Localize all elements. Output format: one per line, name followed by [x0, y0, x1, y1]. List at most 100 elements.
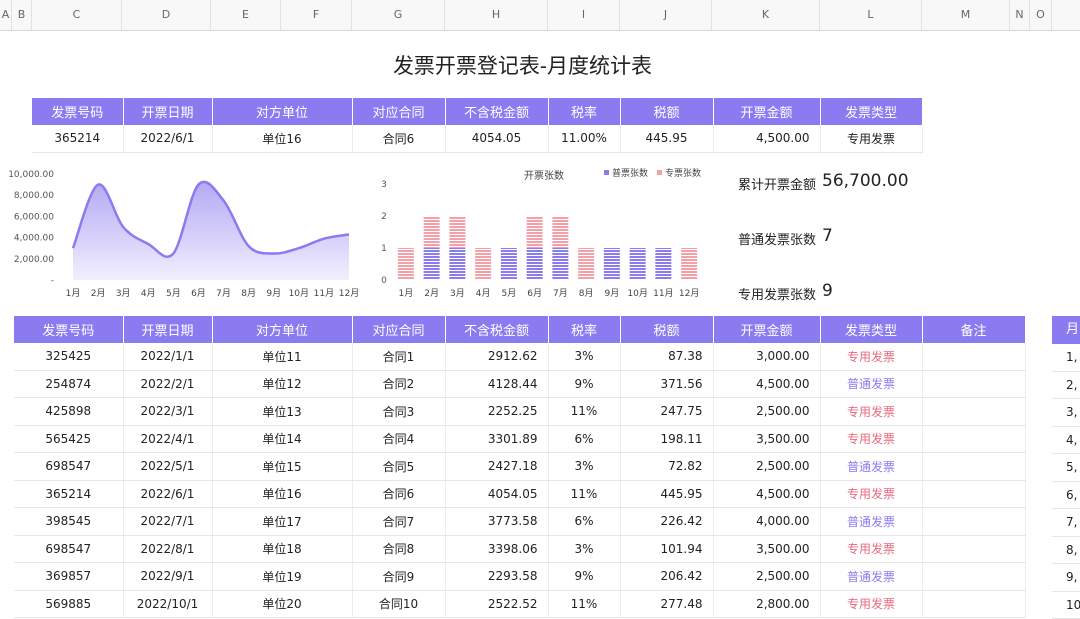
table-cell[interactable]: 3%	[548, 535, 620, 563]
table-cell[interactable]: 2022/6/1	[123, 480, 212, 508]
table-cell[interactable]: 11%	[548, 590, 620, 618]
table-cell[interactable]: 2,500.00	[713, 453, 820, 481]
lookup-header-cell[interactable]: 开票日期	[123, 98, 212, 125]
column-header-e[interactable]: E	[211, 0, 281, 30]
table-cell[interactable]: 合同7	[352, 508, 445, 536]
table-header-cell[interactable]: 备注	[922, 316, 1025, 343]
table-cell[interactable]: 698547	[14, 453, 123, 481]
column-header-m[interactable]: M	[922, 0, 1010, 30]
table-cell[interactable]: 单位20	[212, 590, 352, 618]
table-cell[interactable]: 565425	[14, 425, 123, 453]
table-cell[interactable]: 合同5	[352, 453, 445, 481]
table-cell[interactable]: 9%	[548, 563, 620, 591]
table-cell[interactable]: 2022/8/1	[123, 535, 212, 563]
lookup-header-cell[interactable]: 发票类型	[820, 98, 922, 125]
table-cell[interactable]: 4128.44	[445, 370, 548, 398]
next-table-cell[interactable]: 3,	[1052, 399, 1080, 427]
table-cell[interactable]: 247.75	[620, 398, 713, 426]
table-cell[interactable]: 11%	[548, 398, 620, 426]
lookup-cell[interactable]: 合同6	[352, 125, 445, 152]
lookup-header-cell[interactable]: 税额	[620, 98, 713, 125]
lookup-cell[interactable]: 2022/6/1	[123, 125, 212, 152]
table-cell[interactable]: 206.42	[620, 563, 713, 591]
lookup-header-cell[interactable]: 对应合同	[352, 98, 445, 125]
table-cell[interactable]: 3%	[548, 343, 620, 370]
table-cell[interactable]: 371.56	[620, 370, 713, 398]
table-cell[interactable]: 2022/10/1	[123, 590, 212, 618]
next-table-cell[interactable]: 6,	[1052, 482, 1080, 510]
next-table-cell[interactable]: 1,	[1052, 344, 1080, 372]
table-cell[interactable]: 2,500.00	[713, 398, 820, 426]
table-cell[interactable]: 单位14	[212, 425, 352, 453]
lookup-cell[interactable]: 445.95	[620, 125, 713, 152]
next-table-cell[interactable]: 2,	[1052, 372, 1080, 400]
table-cell[interactable]: 325425	[14, 343, 123, 370]
table-cell[interactable]: 单位12	[212, 370, 352, 398]
table-cell[interactable]: 2,800.00	[713, 590, 820, 618]
table-cell[interactable]: 3,500.00	[713, 535, 820, 563]
table-cell[interactable]: 2022/5/1	[123, 453, 212, 481]
table-cell[interactable]: 单位13	[212, 398, 352, 426]
column-header-c[interactable]: C	[32, 0, 122, 30]
table-cell[interactable]: 普通发票	[820, 563, 922, 591]
table-cell[interactable]: 9%	[548, 370, 620, 398]
table-cell[interactable]	[922, 398, 1025, 426]
table-cell[interactable]: 2022/1/1	[123, 343, 212, 370]
table-cell[interactable]: 277.48	[620, 590, 713, 618]
table-header-cell[interactable]: 对方单位	[212, 316, 352, 343]
table-cell[interactable]: 2252.25	[445, 398, 548, 426]
table-cell[interactable]	[922, 563, 1025, 591]
table-cell[interactable]: 合同9	[352, 563, 445, 591]
table-cell[interactable]: 2022/9/1	[123, 563, 212, 591]
column-header-n[interactable]: N	[1010, 0, 1030, 30]
table-header-cell[interactable]: 不含税金额	[445, 316, 548, 343]
lookup-header-cell[interactable]: 不含税金额	[445, 98, 548, 125]
table-cell[interactable]	[922, 508, 1025, 536]
table-cell[interactable]: 2022/7/1	[123, 508, 212, 536]
table-cell[interactable]: 3398.06	[445, 535, 548, 563]
next-table-header-cell[interactable]: 月	[1052, 316, 1080, 344]
table-cell[interactable]: 单位16	[212, 480, 352, 508]
next-table-cell[interactable]: 9,	[1052, 564, 1080, 592]
table-cell[interactable]	[922, 425, 1025, 453]
column-header-i[interactable]: I	[548, 0, 620, 30]
lookup-cell[interactable]: 11.00%	[548, 125, 620, 152]
lookup-header-cell[interactable]: 开票金额	[713, 98, 820, 125]
table-cell[interactable]: 普通发票	[820, 370, 922, 398]
table-cell[interactable]: 398545	[14, 508, 123, 536]
lookup-header-cell[interactable]: 发票号码	[32, 98, 123, 125]
table-cell[interactable]: 4,500.00	[713, 370, 820, 398]
table-cell[interactable]: 2293.58	[445, 563, 548, 591]
table-cell[interactable]: 425898	[14, 398, 123, 426]
table-cell[interactable]: 3773.58	[445, 508, 548, 536]
next-table-cell[interactable]: 8,	[1052, 537, 1080, 565]
next-table-cell[interactable]: 4,	[1052, 427, 1080, 455]
table-cell[interactable]: 369857	[14, 563, 123, 591]
column-header-j[interactable]: J	[620, 0, 712, 30]
table-cell[interactable]: 254874	[14, 370, 123, 398]
table-cell[interactable]: 6%	[548, 508, 620, 536]
table-cell[interactable]: 合同2	[352, 370, 445, 398]
table-cell[interactable]: 合同10	[352, 590, 445, 618]
table-cell[interactable]: 单位15	[212, 453, 352, 481]
column-header-h[interactable]: H	[445, 0, 548, 30]
table-cell[interactable]: 365214	[14, 480, 123, 508]
lookup-cell[interactable]: 365214	[32, 125, 123, 152]
table-cell[interactable]: 合同4	[352, 425, 445, 453]
table-cell[interactable]: 3301.89	[445, 425, 548, 453]
lookup-cell[interactable]: 专用发票	[820, 125, 922, 152]
table-cell[interactable]: 3,500.00	[713, 425, 820, 453]
table-cell[interactable]	[922, 343, 1025, 370]
table-cell[interactable]: 4054.05	[445, 480, 548, 508]
table-cell[interactable]: 2,500.00	[713, 563, 820, 591]
table-cell[interactable]	[922, 370, 1025, 398]
table-cell[interactable]: 普通发票	[820, 508, 922, 536]
lookup-cell[interactable]: 4054.05	[445, 125, 548, 152]
table-cell[interactable]: 单位18	[212, 535, 352, 563]
table-cell[interactable]: 单位17	[212, 508, 352, 536]
table-cell[interactable]: 专用发票	[820, 425, 922, 453]
table-cell[interactable]: 专用发票	[820, 480, 922, 508]
lookup-cell[interactable]: 单位16	[212, 125, 352, 152]
lookup-cell[interactable]: 4,500.00	[713, 125, 820, 152]
table-header-cell[interactable]: 开票日期	[123, 316, 212, 343]
